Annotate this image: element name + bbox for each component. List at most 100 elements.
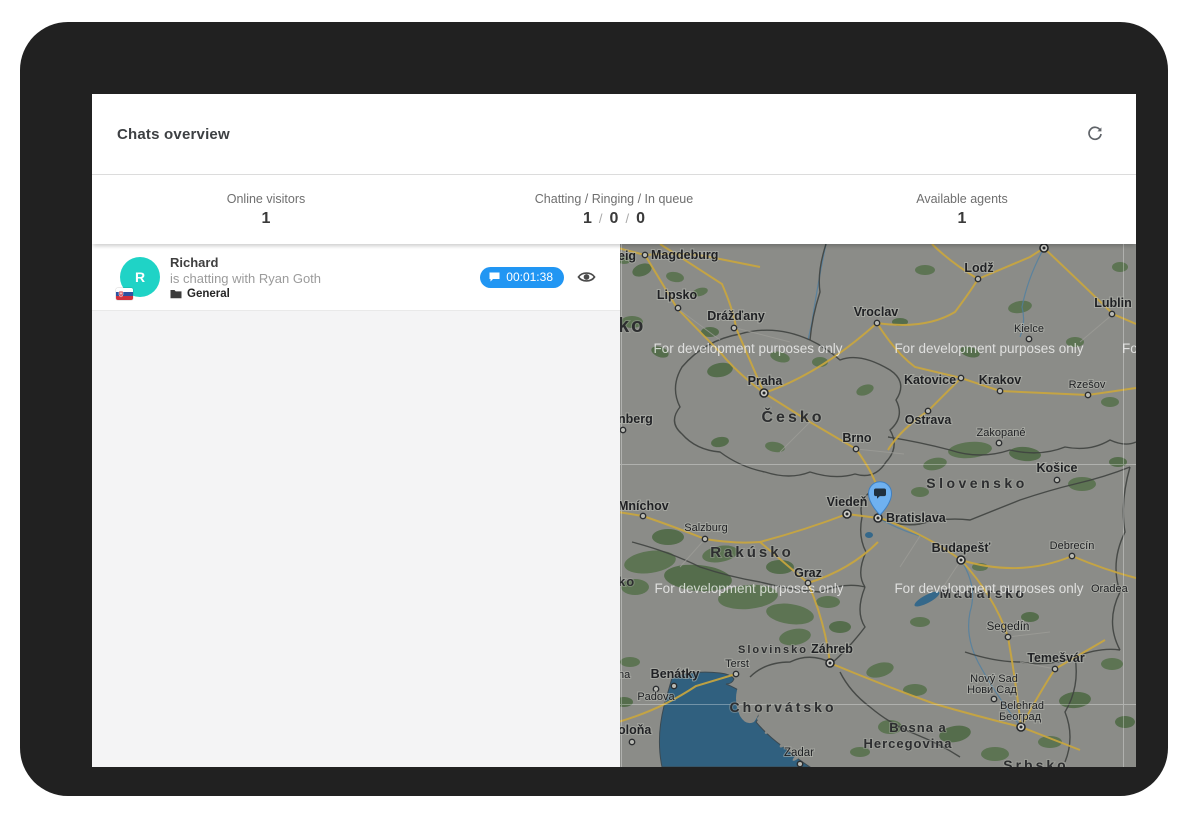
map-city-label: Temešvár: [1027, 651, 1085, 665]
map-city-label: oloňa: [620, 723, 652, 737]
chat-bubble-icon: [489, 272, 500, 282]
folder-icon: [170, 289, 182, 299]
stat-value: 1: [958, 210, 967, 228]
map-city-label: Záhreb: [811, 642, 853, 656]
stats-bar: Online visitors 1 Chatting / Ringing / I…: [92, 175, 1136, 244]
map-city-label: Нови Сад: [967, 684, 1017, 696]
map-city-label: Brno: [842, 431, 872, 445]
eye-icon: [577, 269, 596, 285]
map-city-label: Krakov: [979, 373, 1021, 387]
city-marker-dot: [874, 320, 879, 325]
city-marker-dot: [620, 427, 625, 432]
map-city-label: na: [620, 669, 631, 681]
stat-chatting-ringing-queue: Chatting / Ringing / In queue 1/0/0: [440, 175, 788, 244]
map-city-label: Bratislava: [886, 511, 947, 525]
city-marker-dot: [1109, 311, 1114, 316]
chat-status-text: is chatting with Ryan Goth: [170, 271, 321, 286]
stat-separator: /: [599, 211, 603, 226]
city-marker-dot: [671, 683, 676, 688]
map-city-label: Београд: [999, 711, 1042, 723]
map-city-label: Zadar: [784, 747, 814, 759]
city-marker-dot: [958, 375, 963, 380]
chat-duration: 00:01:38: [506, 270, 553, 284]
map-city-label: nberg: [620, 412, 653, 426]
city-marker-bullseye-center: [877, 517, 880, 520]
city-marker-dot: [702, 536, 707, 541]
map-watermark: For development purposes only: [653, 341, 842, 356]
map-watermark: For development purposes only: [654, 581, 843, 596]
visitor-avatar-wrap: R: [120, 257, 160, 297]
map-city-label: Kielce: [1014, 323, 1044, 335]
map-city-label: Lipsko: [657, 288, 698, 302]
map-city-label: Zakopané: [977, 427, 1026, 439]
city-marker-bullseye-center: [960, 559, 963, 562]
map-watermark: For development purposes only: [894, 341, 1083, 356]
map-city-label: Oradea: [1091, 583, 1129, 595]
map-city-label: Košice: [1037, 461, 1078, 475]
refresh-icon: [1086, 125, 1104, 143]
map-country-label: Slovinsko: [738, 644, 808, 656]
city-marker-dot: [642, 252, 647, 257]
city-marker-dot: [996, 440, 1001, 445]
city-marker-dot: [997, 388, 1002, 393]
city-marker-dot: [853, 446, 858, 451]
map-city-label: Viedeň: [827, 495, 868, 509]
map-city-label: Salzburg: [684, 522, 727, 534]
map-country-label: ko: [620, 315, 645, 337]
map-watermark: For development purposes only: [1122, 341, 1136, 356]
stat-ringing-count: 0: [610, 210, 619, 227]
app-header: Chats overview: [92, 94, 1136, 175]
device-frame: Chats overview Online visitors 1 Chattin…: [20, 22, 1168, 796]
city-marker-dot: [731, 325, 736, 330]
map-city-label: Mníchov: [620, 499, 669, 513]
city-marker-dot: [991, 696, 996, 701]
map-city-label: Graz: [794, 566, 822, 580]
map-country-label: Rakúsko: [710, 544, 794, 561]
city-marker-bullseye-center: [1043, 247, 1046, 250]
map-city-label: Magdeburg: [651, 248, 718, 262]
chat-texts: Richard is chatting with Ryan Goth Gener…: [170, 255, 321, 300]
map-city-label: Budapešť: [932, 541, 991, 555]
city-marker-bullseye-center: [846, 513, 849, 516]
map-country-label: Slovensko: [926, 475, 1028, 491]
map-city-label: Lodž: [964, 261, 993, 275]
chat-list-panel: R Richard is chatting with Ryan: [92, 244, 620, 767]
map-city-label: Vroclav: [854, 305, 899, 319]
city-marker-dot: [1085, 392, 1090, 397]
chat-list-item[interactable]: R Richard is chatting with Ryan: [92, 244, 620, 311]
city-marker-dot: [1052, 666, 1057, 671]
map-city-label: Debrecín: [1050, 540, 1095, 552]
city-marker-dot: [975, 276, 980, 281]
city-marker-dot: [675, 305, 680, 310]
map-city-label: Terst: [725, 658, 749, 670]
map: eigMagdeburgLipskoDrážďanyVroclavLodžLub…: [620, 244, 1136, 767]
map-country-label: Hercegovina: [863, 736, 952, 751]
map-country-label: Srbsko: [1003, 757, 1068, 767]
stat-online-visitors: Online visitors 1: [92, 175, 440, 244]
city-marker-dot: [1069, 553, 1074, 558]
map-city-label: Benátky: [651, 667, 700, 681]
map-city-label: Segedín: [987, 621, 1030, 633]
stat-value: 1/0/0: [583, 210, 645, 228]
map-city-label: Padova: [637, 691, 675, 703]
city-marker-dot: [1005, 634, 1010, 639]
map-city-label: Praha: [748, 374, 784, 388]
watch-chat-button[interactable]: [577, 269, 596, 285]
stat-separator: /: [625, 211, 629, 226]
city-marker-bullseye-center: [763, 392, 766, 395]
city-marker-dot: [797, 761, 802, 766]
page-title: Chats overview: [117, 126, 230, 143]
slovakia-flag-icon: [116, 288, 133, 300]
refresh-button[interactable]: [1080, 119, 1110, 149]
chat-duration-badge[interactable]: 00:01:38: [480, 267, 564, 288]
chat-group: General: [170, 288, 321, 300]
chat-actions: 00:01:38: [480, 267, 596, 288]
map-panel[interactable]: eigMagdeburgLipskoDrážďanyVroclavLodžLub…: [620, 244, 1136, 767]
map-city-label: Ostrava: [905, 413, 953, 427]
map-country-label: Bosna a: [889, 720, 947, 735]
content-area: R Richard is chatting with Ryan: [92, 244, 1136, 767]
stat-label: Chatting / Ringing / In queue: [535, 192, 693, 206]
city-marker-dot: [1054, 477, 1059, 482]
stat-queue-count: 0: [636, 210, 645, 227]
stat-label: Available agents: [916, 192, 1008, 206]
